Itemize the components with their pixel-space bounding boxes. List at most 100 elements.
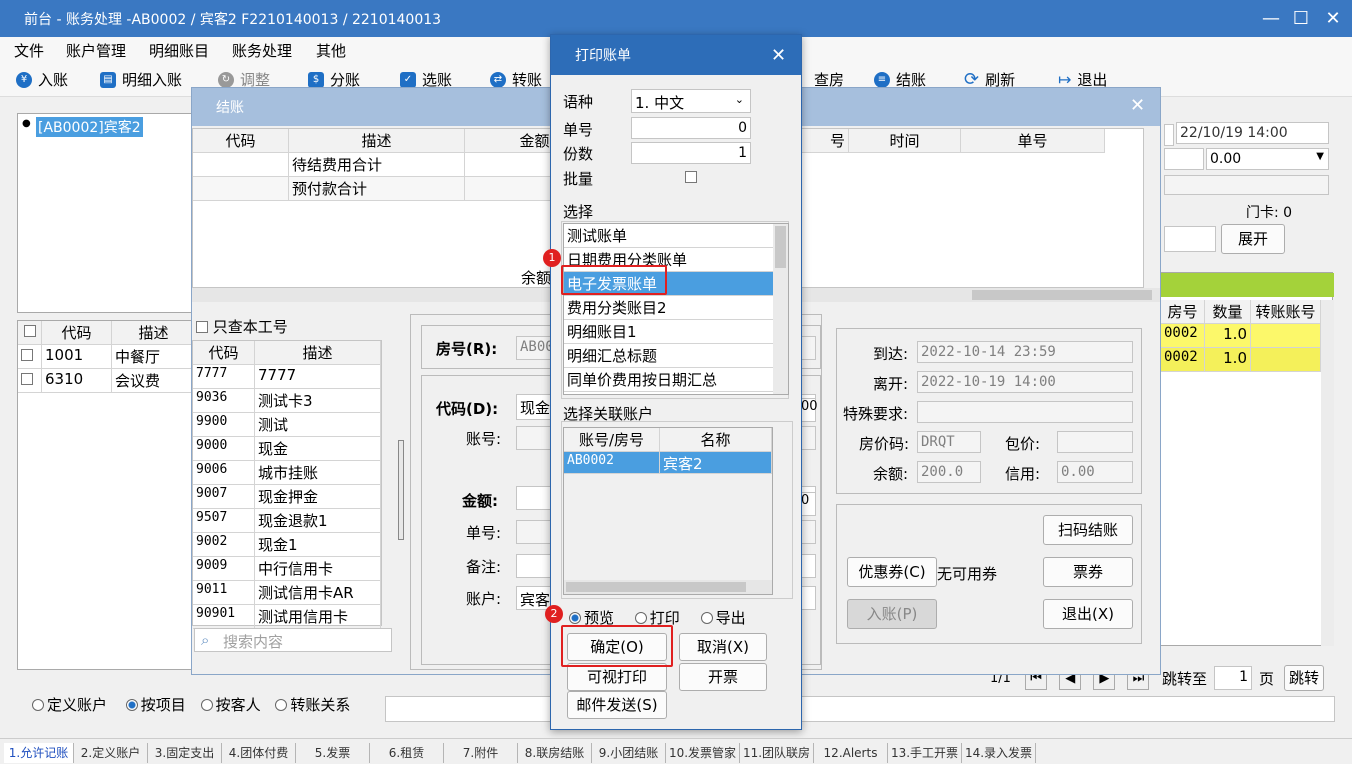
dialog-close-icon[interactable]: ✕ [771,45,786,66]
credit-field[interactable]: 0.00 [1057,461,1133,483]
search-box[interactable]: ⌕ 搜索内容 [194,628,392,652]
code-cell[interactable]: 9007 [193,485,255,509]
menu-other[interactable]: 其他 [316,40,346,61]
close-icon[interactable]: ✕ [1316,0,1350,37]
leave-field[interactable]: 2022-10-19 14:00 [917,371,1133,393]
arrive-field[interactable]: 2022-10-14 23:59 [917,341,1133,363]
mode-export[interactable]: 导出 [700,609,746,627]
status-tab[interactable]: 9.小团结账 [592,743,666,763]
right-input[interactable] [1164,226,1216,252]
rate-field[interactable]: DRQT [917,431,981,453]
post-entry-button[interactable]: 入账(P) [847,599,937,629]
desc-cell[interactable]: 现金 [255,437,381,461]
code-cell[interactable]: 9002 [193,533,255,557]
exit-button[interactable]: 退出(X) [1043,599,1133,629]
table-cell[interactable]: 1.0 [1205,324,1251,348]
table-cell[interactable]: 待结费用合计 [289,153,465,177]
balance-field[interactable]: 200.0 [917,461,981,483]
post-button[interactable]: ¥ 入账 [16,69,68,90]
status-tab[interactable]: 6.租赁 [370,743,444,763]
status-tab[interactable]: 8.联房结账 [518,743,592,763]
status-tab[interactable]: 11.团队联房 [740,743,814,763]
mode-by-item[interactable]: 按项目 [125,696,186,714]
desc-cell[interactable]: 中行信用卡 [255,557,381,581]
page-input[interactable]: 1 [1214,666,1252,690]
desc-cell[interactable]: 现金退款1 [255,509,381,533]
table-cell[interactable]: 0002 [1161,348,1205,372]
menu-detail[interactable]: 明细账目 [149,40,209,61]
detail-post-button[interactable]: ▤ 明细入账 [100,69,182,90]
right-scrollbar[interactable] [1321,300,1334,646]
status-tab[interactable]: 12.Alerts [814,743,888,763]
table-cell[interactable]: 会议费 [112,369,196,393]
status-tab[interactable]: 2.定义账户 [74,743,148,763]
email-send-button[interactable]: 邮件发送(S) [567,691,667,719]
batch-checkbox[interactable] [685,171,697,183]
special-field[interactable] [917,401,1133,423]
status-tab[interactable]: 13.手工开票 [888,743,962,763]
status-tab[interactable]: 14.录入发票 [962,743,1036,763]
bill-template-item[interactable]: 费用分类账目2 [564,296,774,320]
desc-cell[interactable]: 测试卡3 [255,389,381,413]
code-cell[interactable]: 9011 [193,581,255,605]
splitter-handle[interactable] [398,440,404,540]
select-all-checkbox[interactable] [23,325,36,337]
status-tab[interactable]: 3.固定支出 [148,743,222,763]
bill-template-item[interactable]: 明细汇总标题 [564,344,774,368]
table-cell[interactable] [1251,324,1321,348]
menu-process[interactable]: 账务处理 [232,40,292,61]
linked-scrollbar[interactable] [564,580,772,594]
jump-button[interactable]: 跳转 [1284,665,1324,691]
status-tab[interactable]: 10.发票管家 [666,743,740,763]
table-cell[interactable]: 中餐厅 [112,345,196,369]
code-cell[interactable]: 9006 [193,461,255,485]
expand-button[interactable]: 展开 [1221,224,1285,254]
table-cell[interactable]: 0002 [1161,324,1205,348]
package-field[interactable] [1057,431,1133,453]
ticket-button[interactable]: 票券 [1043,557,1133,587]
tree-item[interactable]: [AB0002]宾客2 [36,117,143,137]
list-scrollbar[interactable] [773,224,788,394]
status-tab[interactable]: 7.附件 [444,743,518,763]
lang-select[interactable]: 1. 中文 ⌄ [631,89,751,113]
desc-cell[interactable]: 测试用信用卡 [255,605,381,629]
amount-select[interactable]: 0.00 ▼ [1206,148,1329,170]
bill-template-item[interactable]: 明细账目1 [564,320,774,344]
row-checkbox[interactable] [21,373,33,385]
status-tab[interactable]: 5.发票 [296,743,370,763]
table-cell[interactable]: 预付款合计 [289,177,465,201]
cancel-button[interactable]: 取消(X) [679,633,767,661]
code-cell[interactable]: 7777 [193,365,255,389]
code-cell[interactable]: 9900 [193,413,255,437]
minimize-icon[interactable]: — [1254,0,1288,37]
code-cell[interactable]: 9000 [193,437,255,461]
visual-print-button[interactable]: 可视打印 [567,663,667,691]
code-cell[interactable]: 9036 [193,389,255,413]
desc-cell[interactable]: 测试 [255,413,381,437]
code-cell[interactable]: 90901 [193,605,255,629]
menu-account[interactable]: 账户管理 [66,40,126,61]
table-cell[interactable]: 1001 [42,345,112,369]
bill-template-item[interactable]: 测试账单 [564,224,774,248]
desc-cell[interactable]: 7777 [255,365,381,389]
code-cell[interactable]: 9507 [193,509,255,533]
status-tab[interactable]: 4.团体付费 [222,743,296,763]
mode-define-account[interactable]: 定义账户 [32,696,107,714]
desc-cell[interactable]: 现金押金 [255,485,381,509]
only-mine-checkbox[interactable]: 只查本工号 [196,316,288,337]
table-cell[interactable]: 1.0 [1205,348,1251,372]
code-cell[interactable]: 9009 [193,557,255,581]
maximize-icon[interactable]: ☐ [1284,0,1318,37]
desc-cell[interactable]: 城市挂账 [255,461,381,485]
table-cell[interactable]: AB0002 [564,452,660,474]
bill-template-item[interactable]: 明细明细账目 [564,392,774,394]
table-cell[interactable]: 6310 [42,369,112,393]
scan-checkout-button[interactable]: 扫码结账 [1043,515,1133,545]
table-cell[interactable]: 宾客2 [660,452,772,474]
date-field[interactable]: 22/10/19 14:00 [1176,122,1329,144]
mode-by-guest[interactable]: 按客人 [200,696,261,714]
coupon-button[interactable]: 优惠券(C) [847,557,937,587]
status-tab[interactable]: 1.允许记账 [4,743,74,763]
table-cell[interactable] [1251,348,1321,372]
row-checkbox[interactable] [21,349,33,361]
